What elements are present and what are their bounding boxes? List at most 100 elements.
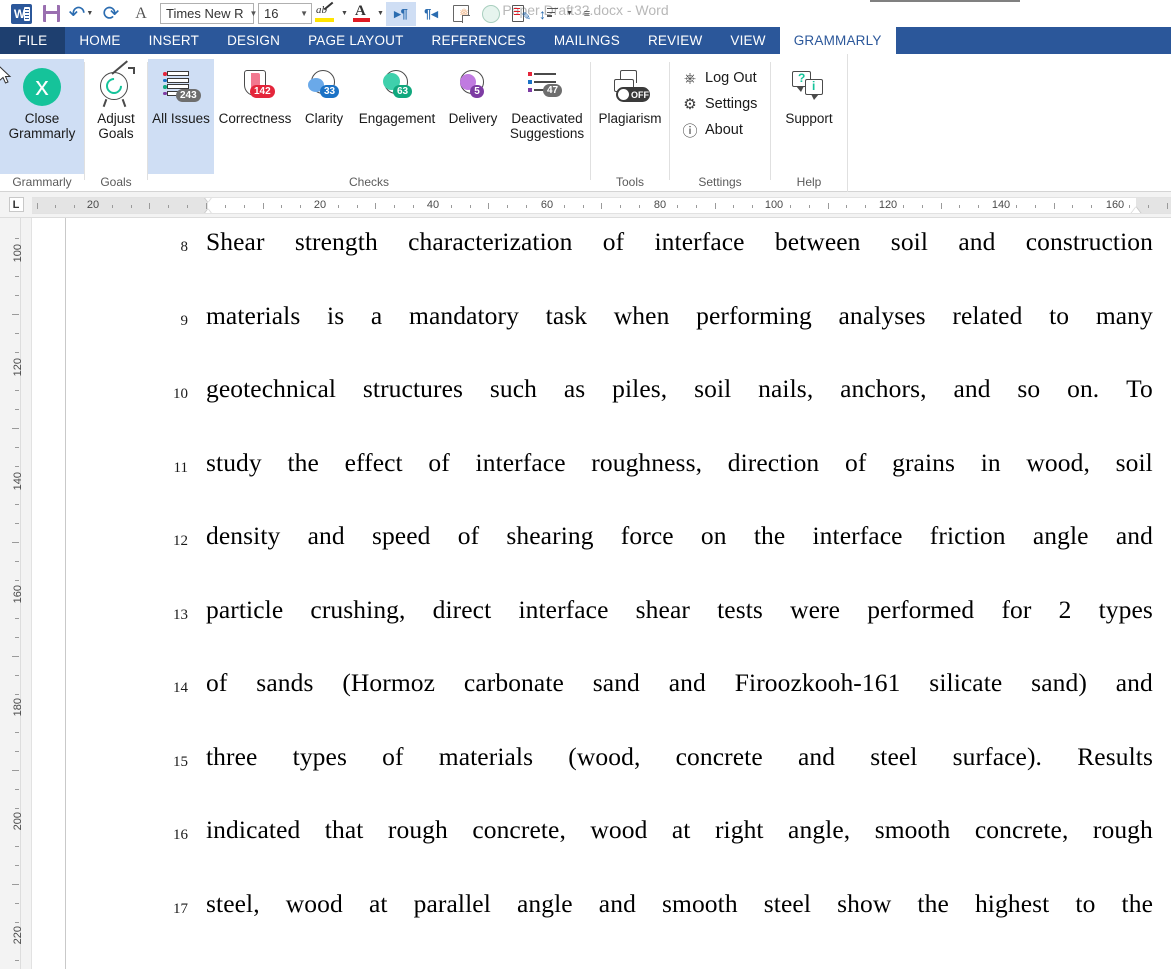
new-document-icon[interactable]: ❅: [446, 2, 476, 26]
vertical-ruler-tick: [15, 732, 19, 733]
ribbon-tab-design[interactable]: DESIGN: [213, 27, 294, 54]
line-text[interactable]: geotechnical structures such as piles, soil na…: [206, 374, 1153, 404]
document-line[interactable]: 12 density and speed of shearing force on the int…: [66, 517, 1171, 591]
ruler-tick: [1167, 203, 1168, 209]
customize-toolbar-icon[interactable]: ≡: [576, 2, 598, 26]
word-logo-icon[interactable]: W: [6, 2, 36, 26]
highlight-icon[interactable]: ab: [312, 1, 338, 26]
first-line-indent-marker[interactable]: [202, 198, 214, 202]
clarity-button[interactable]: 33 Clarity: [296, 59, 352, 126]
rtl-text-direction-icon[interactable]: ¶◂: [416, 2, 446, 26]
correctness-badge: 142: [250, 85, 275, 98]
font-name-combo[interactable]: Times New R ▼: [160, 3, 257, 24]
vertical-ruler-tick: [15, 618, 19, 619]
right-indent-marker[interactable]: [1130, 207, 1142, 213]
document-canvas[interactable]: 8 Shear strength characterization of interfac…: [66, 218, 1171, 969]
word: on.: [1067, 374, 1100, 403]
word: structures: [362, 374, 464, 403]
horizontal-ruler[interactable]: 20 20 40 60 80 100 120 140 160: [32, 197, 1171, 214]
word: nails,: [758, 374, 814, 403]
sort-dropdown-icon[interactable]: ▼: [562, 2, 576, 26]
save-icon[interactable]: [36, 2, 66, 26]
word: between: [774, 227, 861, 256]
tab-bar-filler: [895, 27, 1171, 54]
ruler-tick: [941, 203, 942, 209]
log-out-button[interactable]: ⎈ Log Out: [676, 65, 763, 91]
font-size-combo[interactable]: 16 ▼: [258, 3, 312, 24]
ribbon-tab-page-layout[interactable]: PAGE LAYOUT: [294, 27, 417, 54]
ribbon-tab-review[interactable]: REVIEW: [634, 27, 716, 54]
plagiarism-button[interactable]: OFF Plagiarism: [591, 59, 669, 126]
word: and: [1115, 668, 1153, 697]
word: and: [953, 374, 991, 403]
line-text[interactable]: materials is a mandatory task when performing a…: [206, 301, 1153, 331]
line-text[interactable]: of sands (Hormoz carbonate sand and Firoozkooh…: [206, 668, 1153, 698]
document-line[interactable]: 17 steel, wood at parallel angle and smooth stee…: [66, 885, 1171, 959]
document-line[interactable]: 13 particle crushing, direct interface shear t…: [66, 591, 1171, 665]
ribbon-tab-home[interactable]: HOME: [65, 27, 134, 54]
document-line[interactable]: 15 three types of materials (wood, concrete and…: [66, 738, 1171, 812]
sort-icon[interactable]: ↕: [536, 2, 562, 26]
close-grammarly-button[interactable]: x Close Grammarly: [0, 59, 84, 174]
correctness-label: Correctness: [218, 111, 292, 126]
ruler-tick: [1148, 205, 1149, 208]
line-text[interactable]: Shear strength characterization of interface…: [206, 227, 1153, 257]
all-issues-button[interactable]: 243 All Issues: [148, 59, 214, 174]
vertical-ruler-tick: [12, 428, 19, 429]
ruler-tick: [507, 205, 508, 208]
vertical-ruler[interactable]: 100 120 140 160 180 200 220: [0, 218, 32, 969]
document-line[interactable]: 9 materials is a mandatory task when performing…: [66, 297, 1171, 371]
hanging-indent-marker[interactable]: [202, 209, 214, 213]
title-underline: [870, 0, 1020, 2]
support-button[interactable]: ? i Support: [771, 59, 847, 126]
track-changes-icon[interactable]: ✎: [506, 2, 536, 26]
line-text[interactable]: three types of materials (wood, concrete and st…: [206, 742, 1153, 772]
ribbon-tab-insert[interactable]: INSERT: [135, 27, 213, 54]
ruler-tick: [168, 205, 169, 208]
vertical-ruler-tick: [15, 903, 19, 904]
document-line[interactable]: 16 indicated that rough concrete, wood at right…: [66, 811, 1171, 885]
settings-button[interactable]: ⚙ Settings: [676, 91, 763, 117]
correctness-button[interactable]: 142 Correctness: [214, 59, 296, 126]
vertical-ruler-tick: [15, 466, 19, 467]
line-text[interactable]: study the effect of interface roughness, direc…: [206, 448, 1153, 478]
highlight-dropdown-icon[interactable]: ▼: [338, 2, 350, 26]
document-line[interactable]: 8 Shear strength characterization of interfac…: [66, 223, 1171, 297]
word: roughness,: [591, 447, 703, 477]
deactivated-suggestions-button[interactable]: 47 Deactivated Suggestions: [504, 59, 590, 141]
undo-icon[interactable]: ↶ ▼: [66, 2, 96, 26]
word: the: [753, 521, 786, 550]
ribbon-tab-grammarly[interactable]: GRAMMARLY: [779, 27, 896, 54]
engagement-icon: 63: [377, 64, 417, 110]
ruler-tick: [601, 203, 602, 209]
ruler-tick: [394, 205, 395, 208]
circle-icon[interactable]: [476, 2, 506, 26]
ribbon-tab-file[interactable]: FILE: [0, 27, 66, 54]
ribbon-tab-mailings[interactable]: MAILINGS: [540, 27, 634, 54]
line-text[interactable]: particle crushing, direct interface shear tes…: [206, 595, 1153, 625]
document-line[interactable]: 10 geotechnical structures such as piles, soil…: [66, 370, 1171, 444]
plagiarism-toggle[interactable]: OFF: [616, 87, 650, 102]
word: as: [563, 374, 586, 403]
ltr-text-direction-icon[interactable]: ▸¶: [386, 1, 416, 26]
tab-stop-selector[interactable]: L: [0, 192, 32, 217]
font-color-icon[interactable]: A: [350, 2, 374, 26]
ribbon-tab-view[interactable]: VIEW: [716, 27, 779, 54]
line-text[interactable]: density and speed of shearing force on the inter…: [206, 521, 1153, 551]
line-text[interactable]: steel, wood at parallel angle and smooth steel s…: [206, 889, 1153, 919]
delivery-button[interactable]: 5 Delivery: [442, 59, 504, 126]
redo-icon[interactable]: ⟳: [96, 2, 126, 26]
adjust-goals-button[interactable]: Adjust Goals: [85, 59, 147, 141]
about-button[interactable]: ⓘ About: [676, 117, 763, 143]
word: in: [980, 447, 1001, 477]
engagement-button[interactable]: 63 Engagement: [352, 59, 442, 126]
line-text[interactable]: indicated that rough concrete, wood at right an…: [206, 815, 1153, 845]
vertical-ruler-number: 100: [12, 244, 24, 263]
font-color-dropdown-icon[interactable]: ▼: [374, 2, 386, 26]
document-line[interactable]: 14 of sands (Hormoz carbonate sand and Firoozko…: [66, 664, 1171, 738]
document-line[interactable]: 11 study the effect of interface roughness, dir…: [66, 444, 1171, 518]
ruler-tick: [639, 205, 640, 208]
ruler-tick: [828, 203, 829, 209]
font-style-icon[interactable]: A: [126, 2, 156, 26]
ribbon-tab-references[interactable]: REFERENCES: [418, 27, 540, 54]
